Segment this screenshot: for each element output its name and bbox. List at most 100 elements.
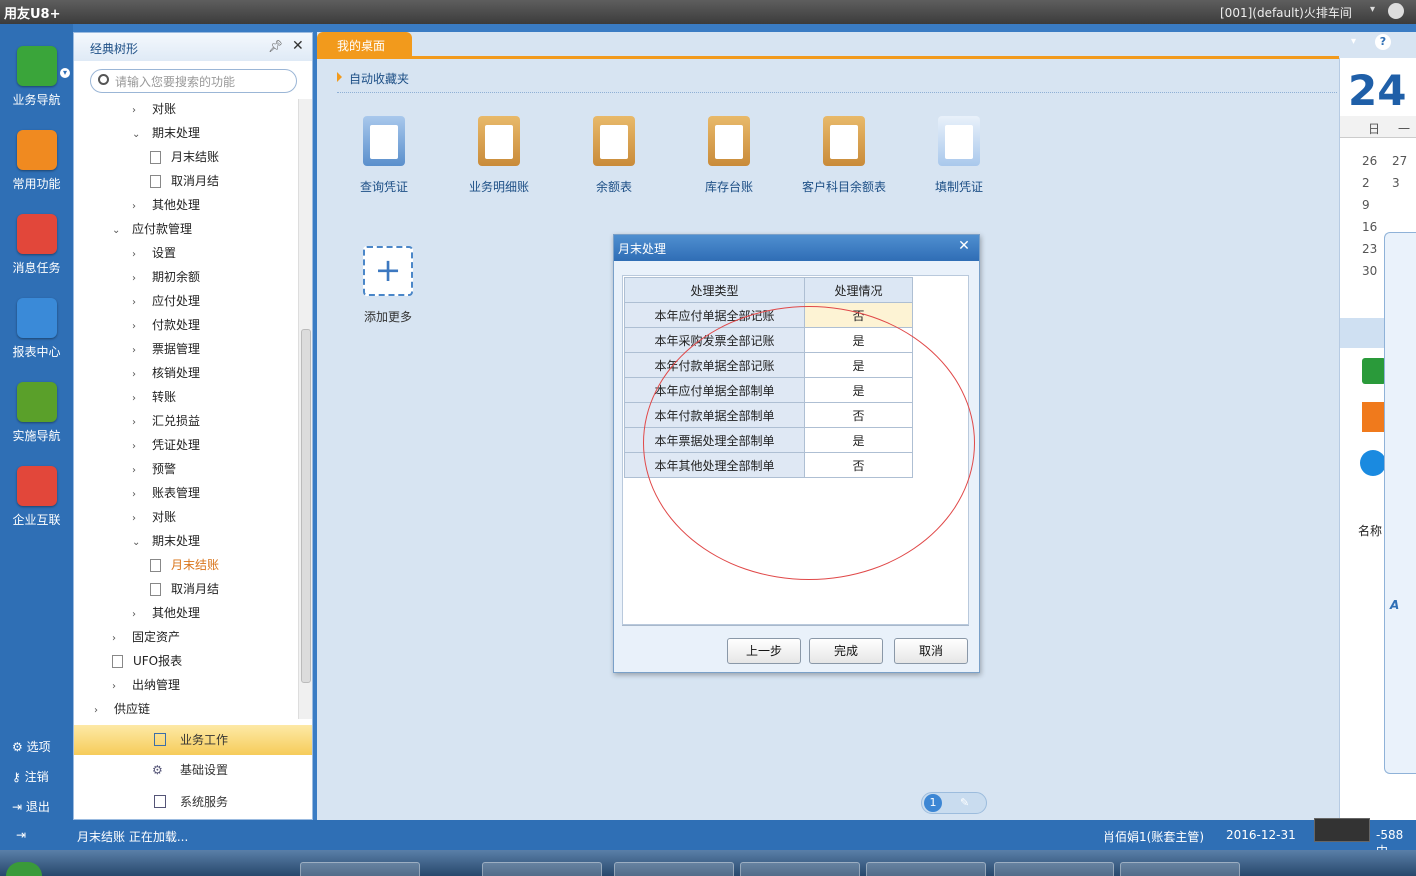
- chevron-right-icon[interactable]: ›: [94, 700, 106, 719]
- options-button[interactable]: ⚙ 选项: [12, 738, 51, 755]
- start-button[interactable]: [6, 862, 42, 876]
- tab-my-desktop[interactable]: 我的桌面: [317, 32, 412, 58]
- calendar-date[interactable]: 26: [1362, 154, 1377, 168]
- tree-item[interactable]: › 凭证处理: [132, 434, 200, 456]
- desktop-app[interactable]: 客户科目余额表: [789, 116, 899, 195]
- desktop-app[interactable]: 库存台账: [674, 116, 784, 195]
- table-row[interactable]: 本年采购发票全部记账是: [624, 327, 913, 353]
- scrollbar-thumb[interactable]: [301, 329, 311, 683]
- tree-item[interactable]: › 供应链: [94, 698, 150, 719]
- exit-button[interactable]: ⇥ 退出: [12, 798, 50, 815]
- table-row[interactable]: 本年其他处理全部制单否: [624, 452, 913, 478]
- taskbar-item[interactable]: [740, 862, 860, 876]
- chevron-right-icon[interactable]: ›: [112, 628, 124, 650]
- chevron-right-icon[interactable]: ›: [132, 244, 144, 266]
- tree-item[interactable]: › 其他处理: [132, 194, 200, 216]
- close-icon[interactable]: ✕: [954, 238, 974, 258]
- tree-item[interactable]: ⌄ 期末处理: [132, 530, 200, 552]
- table-row[interactable]: 本年付款单据全部记账是: [624, 352, 913, 378]
- tree-item[interactable]: › 付款处理: [132, 314, 200, 336]
- tree-item[interactable]: 月末结账: [150, 554, 219, 576]
- table-row[interactable]: 本年应付单据全部制单是: [624, 377, 913, 403]
- bottom-tab-system-service[interactable]: 系统服务: [74, 787, 312, 817]
- chevron-right-icon[interactable]: ›: [132, 340, 144, 362]
- table-row[interactable]: 本年应付单据全部记账否: [624, 302, 913, 328]
- chevron-down-icon[interactable]: ▾: [1351, 36, 1356, 47]
- nav-item-5[interactable]: 企业互联: [0, 466, 73, 528]
- chevron-right-icon[interactable]: ›: [132, 316, 144, 338]
- nav-item-2[interactable]: 消息任务: [0, 214, 73, 276]
- calendar-date[interactable]: 2: [1362, 176, 1370, 190]
- tree-item[interactable]: › 设置: [132, 242, 176, 264]
- taskbar-item[interactable]: [994, 862, 1114, 876]
- tree-item[interactable]: › 转账: [132, 386, 176, 408]
- calendar-date[interactable]: 30: [1362, 264, 1377, 278]
- taskbar-item[interactable]: [300, 862, 420, 876]
- tree-item[interactable]: › 对账: [132, 99, 176, 120]
- calendar-date[interactable]: 16: [1362, 220, 1377, 234]
- chevron-down-icon[interactable]: ▾: [60, 68, 70, 78]
- orange-app-icon[interactable]: [1362, 402, 1386, 432]
- tree-item[interactable]: › 应付处理: [132, 290, 200, 312]
- chevron-right-icon[interactable]: ›: [132, 412, 144, 434]
- nav-item-1[interactable]: 常用功能: [0, 130, 73, 192]
- calendar-date[interactable]: 23: [1362, 242, 1377, 256]
- chevron-down-icon[interactable]: ▾: [1370, 4, 1375, 15]
- tree-item[interactable]: › 对账: [132, 506, 176, 528]
- chevron-down-icon[interactable]: ⌄: [112, 220, 124, 242]
- tree-item[interactable]: › 出纳管理: [112, 674, 180, 696]
- tree-item[interactable]: 月末结账: [150, 146, 219, 168]
- desktop-app[interactable]: 余额表: [559, 116, 669, 195]
- chevron-right-icon[interactable]: ›: [132, 100, 144, 122]
- account-selector[interactable]: [001](default)火排车间: [1220, 4, 1352, 21]
- tree-item[interactable]: UFO报表: [112, 650, 182, 672]
- chevron-down-icon[interactable]: ⌄: [132, 124, 144, 146]
- prev-step-button[interactable]: 上一步: [727, 638, 801, 664]
- desktop-app[interactable]: 查询凭证: [329, 116, 439, 195]
- help-icon[interactable]: ?: [1375, 34, 1391, 50]
- chevron-right-icon[interactable]: ›: [132, 364, 144, 386]
- chevron-right-icon[interactable]: ›: [132, 268, 144, 290]
- chevron-right-icon[interactable]: ›: [132, 604, 144, 626]
- tree-item[interactable]: 取消月结: [150, 578, 219, 600]
- tree-item[interactable]: ⌄ 应付款管理: [112, 218, 192, 240]
- taskbar-item[interactable]: [482, 862, 602, 876]
- chevron-right-icon[interactable]: ›: [132, 508, 144, 530]
- tree-item[interactable]: › 固定资产: [112, 626, 180, 648]
- chevron-right-icon[interactable]: ›: [132, 436, 144, 458]
- add-more-button[interactable]: +: [363, 246, 413, 296]
- calendar-date[interactable]: 9: [1362, 198, 1370, 212]
- finish-button[interactable]: 完成: [809, 638, 883, 664]
- chevron-right-icon[interactable]: ›: [132, 460, 144, 482]
- pin-icon[interactable]: 📌︎: [268, 39, 283, 53]
- chevron-right-icon[interactable]: ›: [132, 484, 144, 506]
- wrench-icon[interactable]: ✎: [960, 796, 969, 809]
- desktop-app[interactable]: 填制凭证: [904, 116, 1014, 195]
- bottom-tab-business[interactable]: 业务工作: [74, 725, 312, 755]
- taskbar-item[interactable]: [866, 862, 986, 876]
- page-1-button[interactable]: 1: [924, 794, 942, 812]
- cancel-button[interactable]: 取消: [894, 638, 968, 664]
- nav-item-4[interactable]: 实施导航: [0, 382, 73, 444]
- calendar-date[interactable]: 3: [1392, 176, 1400, 190]
- chevron-down-icon[interactable]: ⌄: [132, 532, 144, 554]
- search-input[interactable]: 请输入您要搜索的功能: [90, 69, 297, 93]
- close-icon[interactable]: ✕: [292, 38, 304, 54]
- chevron-right-icon[interactable]: ›: [132, 292, 144, 314]
- chevron-right-icon[interactable]: ›: [132, 388, 144, 410]
- tree-item[interactable]: › 汇兑损益: [132, 410, 200, 432]
- calendar-date[interactable]: 27: [1392, 154, 1407, 168]
- chat-icon[interactable]: [1360, 450, 1386, 476]
- tree-item[interactable]: ⌄ 期末处理: [132, 122, 200, 144]
- tree-item[interactable]: › 期初余额: [132, 266, 200, 288]
- taskbar-item[interactable]: [614, 862, 734, 876]
- tree-item[interactable]: 取消月结: [150, 170, 219, 192]
- tree-scrollbar[interactable]: [298, 99, 312, 719]
- bottom-tab-basic-settings[interactable]: ⚙ 基础设置: [74, 755, 312, 785]
- tree-item[interactable]: › 账表管理: [132, 482, 200, 504]
- table-row[interactable]: 本年付款单据全部制单否: [624, 402, 913, 428]
- tree-item[interactable]: › 预警: [132, 458, 176, 480]
- text-format-icon[interactable]: A: [1390, 598, 1399, 612]
- nav-item-3[interactable]: 报表中心: [0, 298, 73, 360]
- logout-button[interactable]: ⚷ 注销: [12, 768, 49, 785]
